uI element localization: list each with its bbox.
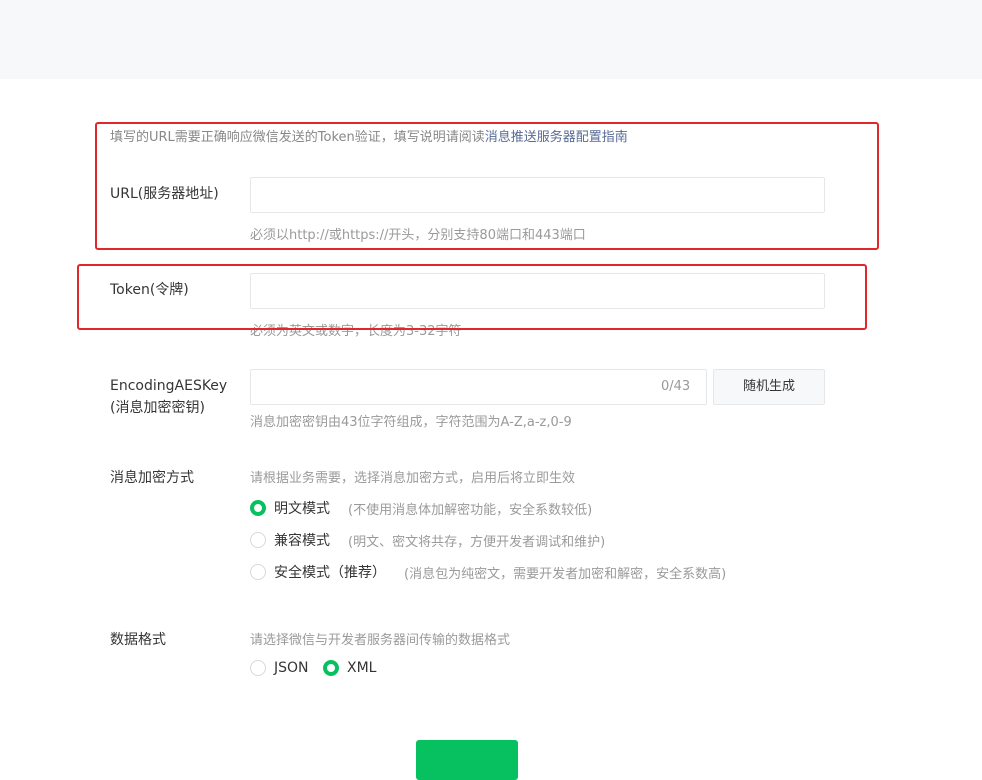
aes-key-input[interactable] xyxy=(250,369,707,405)
intro-text: 填写的URL需要正确响应微信发送的Token验证，填写说明请阅读消息推送服务器配… xyxy=(110,126,628,145)
radio-unchecked-icon[interactable] xyxy=(250,660,266,676)
data-format-hint: 请选择微信与开发者服务器间传输的数据格式 xyxy=(250,633,511,648)
data-format-label: 数据格式 xyxy=(110,632,166,648)
submit-button[interactable] xyxy=(416,740,518,780)
aes-label-line2: (消息加密密钥) xyxy=(110,400,205,416)
radio-label: XML xyxy=(347,660,377,676)
radio-label: 安全模式（推荐） xyxy=(274,565,386,581)
encrypt-mode-option-secure[interactable]: 安全模式（推荐） (消息包为纯密文，需要开发者加密和解密，安全系数高) xyxy=(250,562,726,582)
data-format-option-json[interactable]: JSON xyxy=(250,660,309,676)
radio-label: 明文模式 xyxy=(274,501,330,517)
random-generate-button[interactable]: 随机生成 xyxy=(713,369,825,405)
encrypt-mode-label: 消息加密方式 xyxy=(110,470,194,486)
encrypt-mode-hint: 请根据业务需要，选择消息加密方式，启用后将立即生效 xyxy=(250,471,576,486)
aes-label-line1: EncodingAESKey xyxy=(110,378,228,394)
url-input[interactable] xyxy=(250,177,825,213)
radio-unchecked-icon[interactable] xyxy=(250,564,266,580)
data-format-option-xml[interactable]: XML xyxy=(323,660,376,676)
radio-description: (明文、密文将共存，方便开发者调试和维护) xyxy=(348,534,606,550)
encrypt-mode-option-compatible[interactable]: 兼容模式 (明文、密文将共存，方便开发者调试和维护) xyxy=(250,530,605,550)
token-input[interactable] xyxy=(250,273,825,309)
token-hint: 必须为英文或数字，长度为3-32字符 xyxy=(250,324,462,339)
token-label: Token(令牌) xyxy=(110,282,189,298)
radio-label: 兼容模式 xyxy=(274,533,330,549)
intro-description: 填写的URL需要正确响应微信发送的Token验证，填写说明请阅读 xyxy=(110,130,485,145)
encrypt-mode-option-plaintext[interactable]: 明文模式 (不使用消息体加解密功能，安全系数较低) xyxy=(250,498,592,518)
radio-description: (消息包为纯密文，需要开发者加密和解密，安全系数高) xyxy=(404,566,727,582)
radio-checked-icon[interactable] xyxy=(323,660,339,676)
radio-checked-icon[interactable] xyxy=(250,500,266,516)
aes-hint: 消息加密密钥由43位字符组成，字符范围为A-Z,a-z,0-9 xyxy=(250,415,572,430)
url-label: URL(服务器地址) xyxy=(110,186,219,202)
radio-description: (不使用消息体加解密功能，安全系数较低) xyxy=(348,502,593,518)
config-guide-link[interactable]: 消息推送服务器配置指南 xyxy=(485,130,628,145)
aes-char-counter: 0/43 xyxy=(661,379,691,394)
page-header-band xyxy=(0,0,982,79)
url-hint: 必须以http://或https://开头，分别支持80端口和443端口 xyxy=(250,228,586,243)
radio-label: JSON xyxy=(274,660,309,676)
radio-unchecked-icon[interactable] xyxy=(250,532,266,548)
